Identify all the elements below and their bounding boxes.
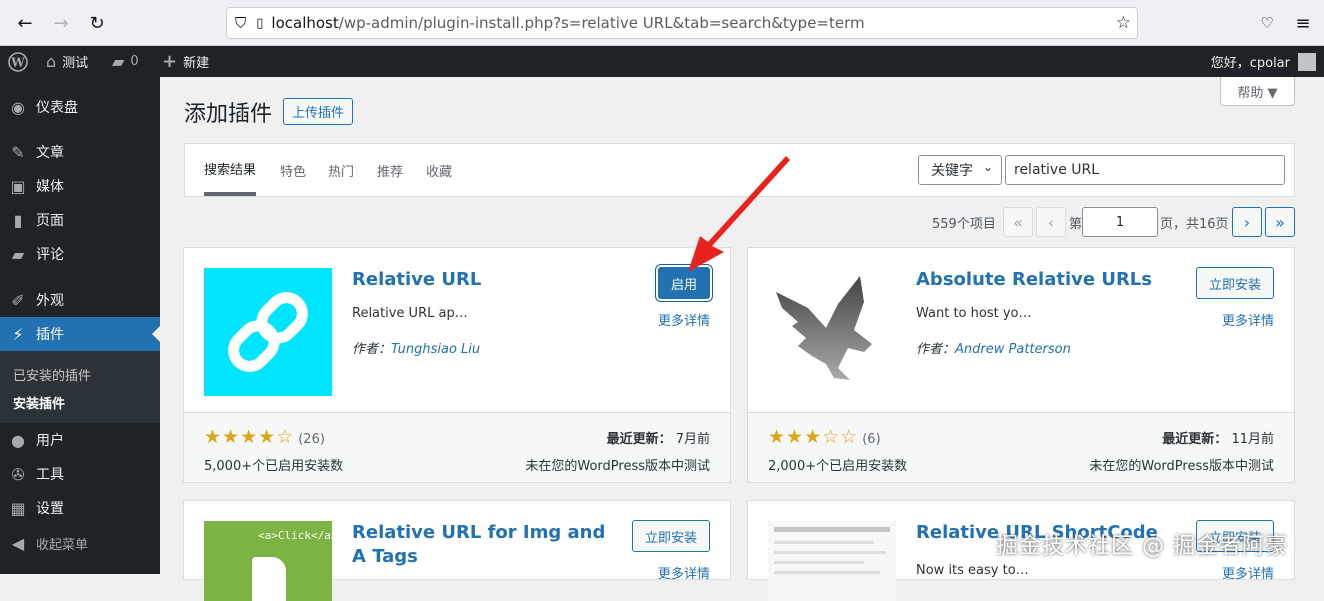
- annotation-arrow: [688, 156, 790, 272]
- watermark-text: 掘金技术社区 @ 掘金者阿豪: [996, 534, 1288, 559]
